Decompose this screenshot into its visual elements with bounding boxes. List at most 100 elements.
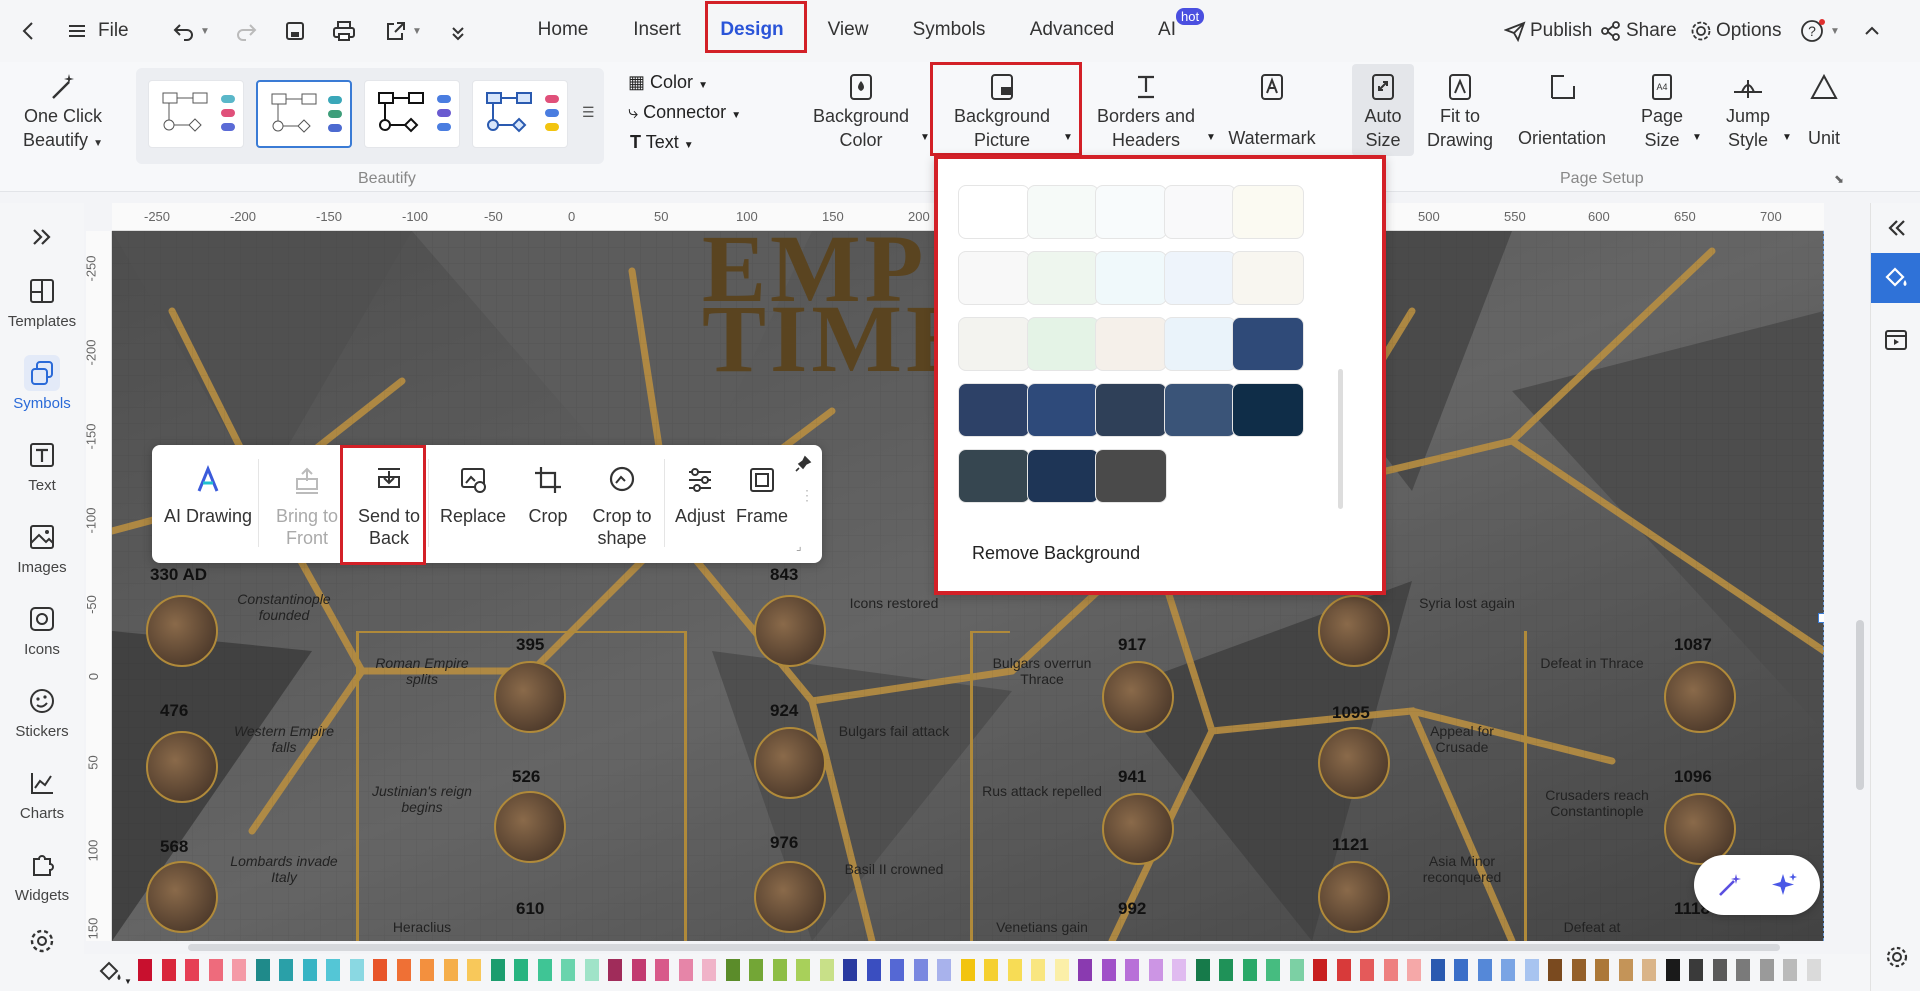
background-picture-option[interactable]: [958, 383, 1030, 437]
color-swatch[interactable]: [396, 959, 411, 981]
watermark-button[interactable]: Watermark: [1224, 72, 1320, 150]
color-swatch[interactable]: [1336, 959, 1351, 981]
tab-insert[interactable]: Insert: [622, 10, 692, 50]
timeline-image[interactable]: [1318, 595, 1390, 667]
color-swatch[interactable]: [302, 959, 317, 981]
text-button[interactable]: T Text ▼: [630, 132, 694, 153]
background-picture-button[interactable]: Background Picture: [944, 72, 1060, 152]
one-click-beautify-button[interactable]: One Click Beautify ▼: [18, 72, 108, 156]
color-swatch[interactable]: [232, 959, 246, 981]
settings-icon[interactable]: [0, 923, 84, 963]
color-swatch[interactable]: [1712, 959, 1727, 981]
frame-button[interactable]: Frame: [732, 465, 792, 527]
save-icon[interactable]: [284, 0, 306, 62]
color-swatch[interactable]: [255, 959, 270, 981]
background-picture-option[interactable]: [1095, 185, 1167, 239]
color-swatch[interactable]: [960, 959, 975, 981]
beautify-style-2[interactable]: [256, 80, 352, 148]
color-swatch[interactable]: [749, 959, 763, 981]
background-picture-option[interactable]: [1026, 251, 1099, 305]
color-swatch[interactable]: [326, 959, 340, 981]
more-icon[interactable]: [450, 0, 466, 62]
ai-wand-icon[interactable]: [1716, 871, 1744, 903]
color-swatch[interactable]: [1031, 959, 1045, 981]
background-picture-option[interactable]: [1026, 449, 1099, 503]
color-swatch[interactable]: [1383, 959, 1398, 981]
background-picture-option[interactable]: [1026, 383, 1099, 437]
color-swatch[interactable]: [1148, 959, 1163, 981]
color-swatch[interactable]: [420, 959, 434, 981]
color-swatch[interactable]: [1125, 959, 1139, 981]
redo-icon[interactable]: [234, 0, 258, 62]
background-picture-option[interactable]: [1163, 383, 1236, 437]
timeline-image[interactable]: [1664, 661, 1736, 733]
page-size-button[interactable]: A4 Page Size: [1632, 72, 1692, 152]
color-swatch[interactable]: [490, 959, 505, 981]
replace-button[interactable]: Replace: [432, 465, 514, 527]
color-swatch[interactable]: [1313, 959, 1327, 981]
file-menu[interactable]: File: [66, 0, 129, 62]
color-swatch[interactable]: [443, 959, 458, 981]
color-swatch[interactable]: [655, 959, 669, 981]
color-swatch[interactable]: [1759, 959, 1774, 981]
color-swatch[interactable]: [1407, 959, 1421, 981]
timeline-image[interactable]: [494, 791, 566, 863]
page-size-dropdown-icon[interactable]: ▼: [1692, 132, 1702, 143]
color-swatch[interactable]: [1665, 959, 1680, 981]
share-button[interactable]: Share: [1600, 0, 1677, 62]
color-swatch[interactable]: [138, 959, 152, 981]
bg-color-dropdown-icon[interactable]: ▼: [920, 132, 930, 143]
color-swatch[interactable]: [1595, 959, 1609, 981]
print-icon[interactable]: [332, 0, 356, 62]
color-swatch[interactable]: [1195, 959, 1210, 981]
fill-bucket-icon[interactable]: ▼: [98, 960, 132, 988]
timeline-image[interactable]: [1102, 661, 1174, 733]
collapse-right-panel-icon[interactable]: [1885, 217, 1907, 243]
fit-to-drawing-button[interactable]: Fit to Drawing: [1420, 72, 1500, 152]
background-picture-option[interactable]: [1163, 317, 1236, 371]
page-setup-launcher-icon[interactable]: ⬊: [1834, 172, 1844, 186]
background-picture-option[interactable]: [958, 449, 1030, 503]
color-swatch[interactable]: [843, 959, 857, 981]
color-button[interactable]: ▦ Color ▼: [628, 72, 708, 93]
crop-to-shape-button[interactable]: Crop to shape: [582, 465, 662, 549]
color-swatch[interactable]: [279, 959, 293, 981]
color-swatch[interactable]: [1360, 959, 1374, 981]
color-swatch[interactable]: [1101, 959, 1116, 981]
pin-icon[interactable]: [794, 455, 812, 477]
color-swatch[interactable]: [937, 959, 951, 981]
color-swatch[interactable]: [631, 959, 646, 981]
undo-icon[interactable]: ▼: [172, 0, 210, 62]
color-swatch[interactable]: [185, 959, 199, 981]
sidebar-item-text[interactable]: Text: [0, 437, 84, 494]
send-to-back-button[interactable]: Send to Back: [348, 465, 430, 549]
settings-gear-icon[interactable]: [1885, 945, 1909, 973]
color-swatch[interactable]: [866, 959, 881, 981]
color-swatch[interactable]: [1454, 959, 1468, 981]
color-swatch[interactable]: [1689, 959, 1703, 981]
background-picture-option[interactable]: [1095, 449, 1167, 503]
timeline-image[interactable]: [754, 727, 826, 799]
color-swatch[interactable]: [1783, 959, 1797, 981]
color-swatch[interactable]: [1078, 959, 1092, 981]
publish-button[interactable]: Publish: [1504, 0, 1592, 62]
help-icon[interactable]: ? ▼: [1800, 0, 1840, 62]
color-swatch[interactable]: [1430, 959, 1445, 981]
color-swatch[interactable]: [1242, 959, 1257, 981]
timeline-image[interactable]: [1318, 861, 1390, 933]
timeline-image[interactable]: [754, 595, 826, 667]
color-swatch[interactable]: [819, 959, 834, 981]
timeline-image[interactable]: [146, 731, 218, 803]
background-picture-option[interactable]: [958, 251, 1030, 305]
beautify-style-4[interactable]: [472, 80, 568, 148]
background-picture-option[interactable]: [1163, 185, 1236, 239]
color-swatch[interactable]: [890, 959, 904, 981]
color-swatch[interactable]: [1571, 959, 1586, 981]
tab-view[interactable]: View: [818, 10, 878, 50]
tab-advanced[interactable]: Advanced: [1024, 10, 1120, 50]
bg-picture-dropdown-icon[interactable]: ▼: [1063, 132, 1073, 143]
ai-drawing-button[interactable]: AI Drawing: [162, 465, 254, 527]
background-picture-option[interactable]: [1095, 251, 1167, 305]
background-picture-option[interactable]: [1163, 251, 1236, 305]
color-swatch[interactable]: [725, 959, 740, 981]
